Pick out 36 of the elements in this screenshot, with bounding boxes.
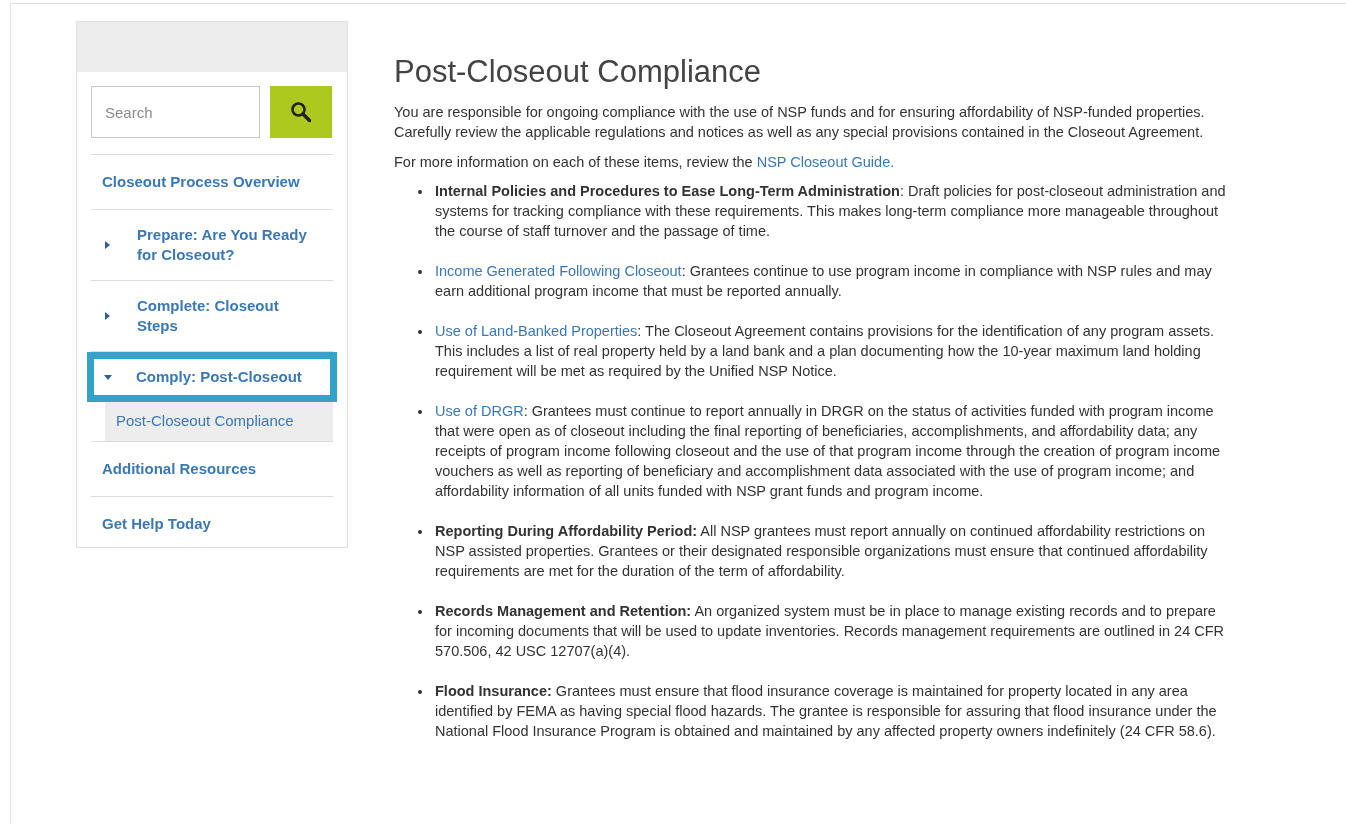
requirement-paragraph: Flood Insurance: Grantees must ensure that flood insurance coverage is maintained for property located in any area identified by FEMA as having special flood hazards. The grantee is responsible for assuring that flood insurance under the National Flood Insurance Program is obtained and maintained by any affected property owners indefinitely (24 CFR 58.6).	[435, 682, 1218, 741]
caret-right-icon	[105, 241, 110, 249]
bullet-icon	[418, 190, 422, 194]
sidebar-link[interactable]: Get Help Today	[102, 514, 211, 532]
bullet-icon	[418, 410, 422, 414]
intro-paragraph: You are responsible for ongoing compliance with the use of NSP funds and for ensuring affordability of NSP-funded properties. Carefully review the applicable regulations and notices as well as any special provisions contained in the Closeout Agreement.	[394, 103, 1206, 142]
sidebar-expandable-item[interactable]: Prepare: Are You Ready for Closeout?	[91, 210, 333, 280]
caret-right-icon	[105, 312, 110, 320]
bullet-icon	[418, 690, 422, 694]
requirement-link[interactable]: Income Generated Following Closeout	[435, 263, 682, 279]
sidebar-link[interactable]: Additional Resources	[102, 459, 257, 477]
search-field[interactable]: Search	[91, 86, 260, 138]
page-title: Post-Closeout Compliance	[394, 54, 762, 90]
requirement-paragraph: Records Management and Retention: An organized system must be in place to manage existing records and to prepare for incoming documents that will be used to update inventories. Records management requirements are outlined in 24 CFR 570.506, 42 USC 12707(a)(4).	[435, 602, 1226, 661]
sidebar-item-label: Complete: Closeout Steps	[137, 296, 280, 336]
requirement-paragraph: Internal Policies and Procedures to Ease Long-Term Administration: Draft policies for post-closeout administration and systems for tracking compliance with these requirements. This makes long-term compliance more manageable throughout the course of staff turnover and the passage of time.	[435, 182, 1227, 241]
bullet-icon	[418, 270, 422, 274]
sidebar-link[interactable]: Closeout Process Overview	[102, 173, 300, 190]
bullet-icon	[418, 330, 422, 334]
sidebar-subitem[interactable]: Post-Closeout Compliance	[105, 402, 333, 441]
bullet-icon	[418, 530, 422, 534]
requirement-paragraph: Reporting During Affordability Period: All NSP grantees must report annually on continued affordability restrictions on NSP assisted properties. Grantees or their designated responsible organizations must ensure that continued affordability requirements are met for the duration of the term of affordability.	[435, 522, 1209, 581]
bullet-icon	[418, 610, 422, 614]
requirement-link[interactable]: Use of DRGR	[435, 403, 524, 419]
info-text: For more information on each of these items, review the	[394, 154, 753, 170]
search-icon	[290, 101, 312, 123]
search-button[interactable]	[270, 86, 332, 138]
sidebar-item-label: Prepare: Are You Ready for Closeout?	[137, 225, 308, 265]
requirement-paragraph: Use of Land-Banked Properties: The Closeout Agreement contains provisions for the identification of any program assets. This includes a list of real property held by a land bank and a plan documenting how the 10-year maximum land holding requirement will be met as required by the Unified NSP Notice.	[435, 322, 1216, 381]
requirement-paragraph: Use of DRGR: Grantees must continue to report annually in DRGR on the status of activities funded with program income that were open as of closeout including the final reporting of beneficiaries, accomplishments, and affordability data; any receipts of program income following closeout and the use of that program income through the creation of program income vouchers as well as reporting of beneficiary and accomplishment data associated with the use of program income; and affordability information of all units funded with NSP grant funds and program income.	[435, 402, 1222, 501]
caret-down-icon	[104, 374, 112, 380]
sidebar-expandable-item[interactable]: Complete: Closeout Steps	[91, 281, 333, 351]
sidebar-expandable-item[interactable]: Comply: Post-Closeout	[87, 352, 337, 402]
sidebar-item-label: Comply: Post-Closeout	[136, 367, 303, 387]
requirement-paragraph: Income Generated Following Closeout: Grantees continue to use program income in compliance with NSP rules and may earn additional program income that must be reported annually.	[435, 262, 1213, 301]
guide-link[interactable]: NSP Closeout Guide.	[756, 154, 895, 170]
